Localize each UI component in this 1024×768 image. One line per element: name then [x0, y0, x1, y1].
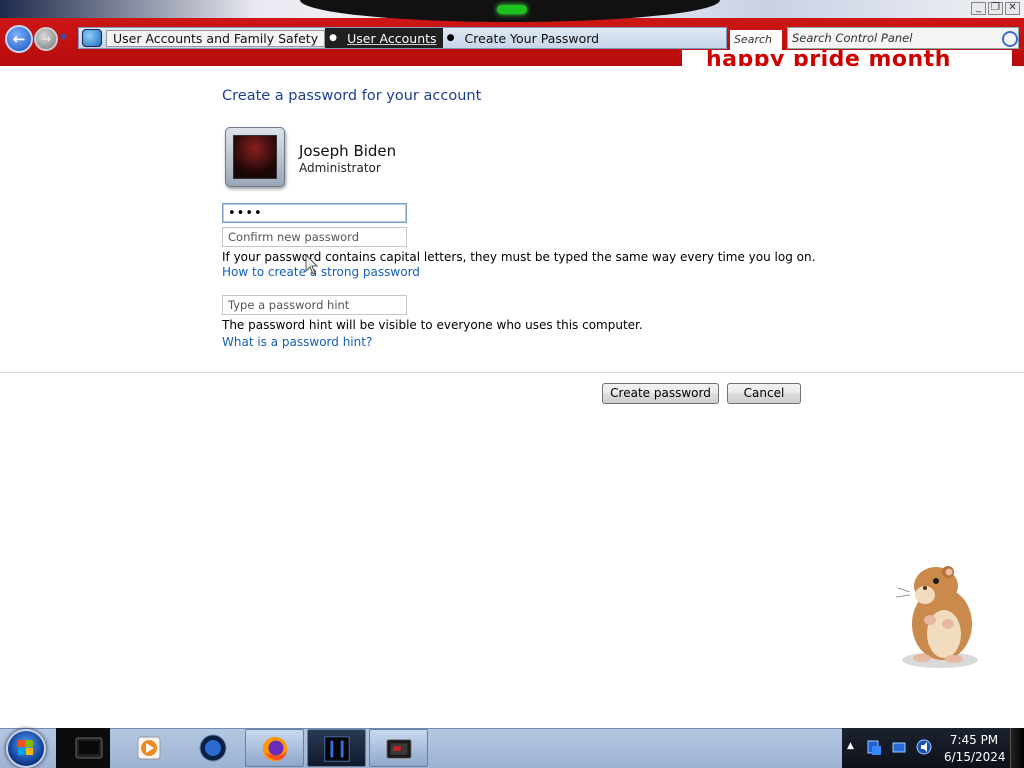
network-icon[interactable]: [866, 739, 882, 757]
start-button[interactable]: [6, 729, 46, 768]
action-center-icon[interactable]: [892, 740, 906, 754]
avatar-picture: [233, 135, 277, 179]
clock-date[interactable]: 6/15/2024: [944, 750, 1006, 764]
banner-text: happy pride month: [706, 50, 951, 66]
mouse-cursor-icon: [305, 254, 319, 275]
divider: [0, 372, 1024, 373]
strong-password-link[interactable]: How to create a strong password: [222, 265, 420, 279]
internet-globe-icon[interactable]: [197, 732, 229, 764]
user-role: Administrator: [299, 161, 381, 175]
breadcrumb-user-accounts-family-safety[interactable]: User Accounts and Family Safety: [106, 29, 326, 47]
page-title: Create a password for your account: [222, 88, 482, 104]
breadcrumb-user-accounts[interactable]: User Accounts: [341, 31, 442, 46]
search-icon[interactable]: [1002, 31, 1018, 47]
forward-button[interactable]: →: [34, 27, 58, 51]
breadcrumb-separator-icon[interactable]: ●: [443, 33, 459, 43]
firefox-icon: [262, 736, 288, 762]
search-label: Search: [730, 30, 782, 50]
window-controls: _ ❐ ✕: [971, 2, 1020, 15]
computer-icon[interactable]: [73, 732, 105, 764]
cancel-button[interactable]: Cancel: [727, 383, 801, 404]
breadcrumb-segment: ● User Accounts: [325, 28, 443, 48]
address-bar[interactable]: User Accounts and Family Safety ● User A…: [78, 27, 727, 49]
password-hint-field[interactable]: [222, 295, 407, 315]
confirm-password-field[interactable]: [222, 227, 407, 247]
tray-expand-icon[interactable]: ▲: [847, 741, 854, 751]
hamster-desktop-pet-icon: [895, 566, 978, 668]
control-panel-icon: [82, 29, 102, 47]
hint-visibility-note: The password hint will be visible to eve…: [222, 318, 643, 332]
windows-logo-icon: [18, 740, 33, 755]
close-button[interactable]: ✕: [1005, 2, 1020, 15]
chevron-down-icon: ▼: [60, 33, 67, 43]
clock-time[interactable]: 7:45 PM: [948, 733, 1000, 747]
show-desktop-button[interactable]: [1010, 728, 1024, 768]
back-arrow-icon: ←: [12, 30, 26, 48]
search-input[interactable]: Search Control Panel: [787, 27, 1019, 49]
breadcrumb-create-your-password[interactable]: Create Your Password: [459, 31, 606, 46]
volume-icon[interactable]: [916, 739, 932, 755]
taskbar-button-control-panel[interactable]: [369, 729, 428, 767]
breadcrumb-separator-icon[interactable]: ●: [325, 33, 342, 43]
user-name: Joseph Biden: [299, 142, 397, 160]
create-password-button[interactable]: Create password: [602, 383, 719, 404]
taskbar-button-app[interactable]: [307, 729, 366, 767]
password-hint-help-link[interactable]: What is a password hint?: [222, 335, 372, 349]
restore-button[interactable]: ❐: [988, 2, 1003, 15]
search-placeholder: Search Control Panel: [792, 31, 913, 45]
history-dropdown-button[interactable]: ▼: [60, 33, 67, 43]
pride-banner: happy pride month: [682, 50, 1012, 66]
new-password-field[interactable]: [222, 203, 407, 223]
window-app-icon: [386, 739, 412, 759]
taskbar-button-firefox[interactable]: [245, 729, 304, 767]
user-avatar: [225, 127, 285, 187]
green-indicator-icon: [497, 5, 527, 14]
minimize-button[interactable]: _: [971, 2, 986, 15]
back-button[interactable]: ←: [5, 25, 33, 53]
dark-app-icon: [324, 736, 350, 762]
forward-arrow-icon: →: [40, 32, 52, 46]
media-player-icon[interactable]: [134, 732, 166, 764]
